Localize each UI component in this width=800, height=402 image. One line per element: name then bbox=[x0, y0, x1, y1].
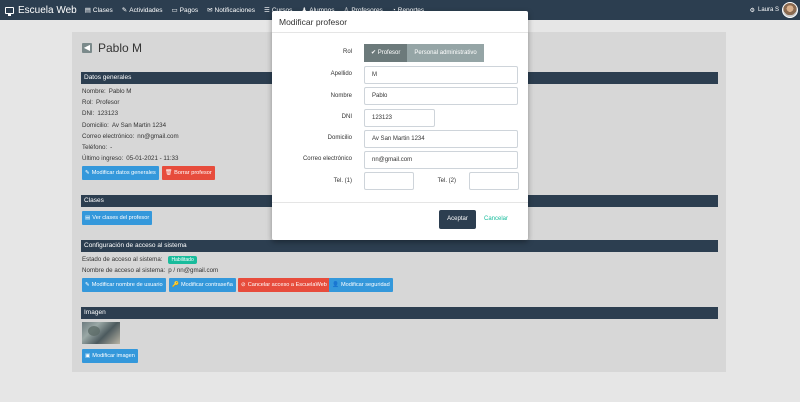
cancelar-button[interactable]: Cancelar bbox=[484, 210, 508, 229]
rol-label: Rol bbox=[342, 49, 352, 55]
apellido-input[interactable]: M bbox=[364, 66, 518, 84]
option-label: Personal administrativo bbox=[414, 50, 477, 56]
nombre-input[interactable]: Pablo bbox=[364, 87, 518, 105]
rol-option-administrativo[interactable]: Personal administrativo bbox=[407, 44, 484, 62]
aceptar-button[interactable]: Aceptar bbox=[439, 210, 476, 229]
check-icon: ✔ bbox=[371, 50, 377, 56]
tel2-label: Tel. (2) bbox=[437, 178, 456, 184]
nombre-label: Nombre bbox=[330, 93, 352, 99]
modal-footer-divider bbox=[272, 202, 528, 203]
modificar-profesor-modal: Modificar profesor Rol ✔ Profesor Person… bbox=[272, 11, 528, 240]
correo-input[interactable]: nn@gmail.com bbox=[364, 151, 518, 169]
correo-label: Correo electrónico bbox=[302, 156, 352, 162]
dni-label: DNI bbox=[341, 114, 352, 120]
rol-option-profesor[interactable]: ✔ Profesor bbox=[364, 44, 408, 62]
domicilio-input[interactable]: Av San Martin 1234 bbox=[364, 130, 518, 148]
option-label: Profesor bbox=[377, 50, 401, 56]
rol-toggle: ✔ Profesor Personal administrativo bbox=[364, 44, 484, 62]
apellido-label: Apellido bbox=[330, 71, 352, 77]
modal-title: Modificar profesor bbox=[272, 11, 528, 33]
domicilio-label: Domicilio bbox=[327, 135, 352, 141]
tel1-label: Tel. (1) bbox=[333, 178, 352, 184]
tel2-input[interactable] bbox=[469, 172, 519, 190]
tel1-input[interactable] bbox=[364, 172, 414, 190]
dni-input[interactable]: 123123 bbox=[364, 109, 435, 127]
